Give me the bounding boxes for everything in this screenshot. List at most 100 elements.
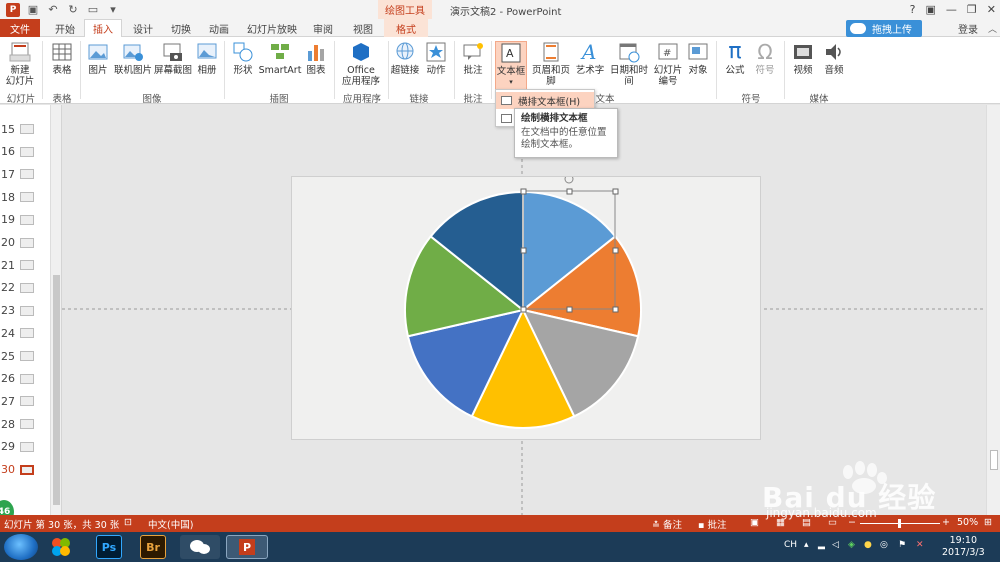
slide-thumbnail[interactable]: 22: [0, 278, 50, 298]
textbox-button[interactable]: A 文本框 ▾: [495, 41, 527, 92]
fit-slide-icon[interactable]: ⊞: [984, 517, 992, 528]
slide-thumbnail[interactable]: 15: [0, 119, 50, 139]
taskbar-app-photoshop[interactable]: Ps: [96, 535, 122, 559]
horizontal-textbox-menu-item[interactable]: 横排文本框(H): [496, 92, 594, 109]
slide-thumbnail[interactable]: 25: [0, 346, 50, 366]
taskbar-app-flower[interactable]: [44, 535, 78, 559]
volume-icon[interactable]: ◁: [832, 540, 839, 550]
slide-thumbnail[interactable]: 23: [0, 301, 50, 321]
tab-insert[interactable]: 插入: [84, 19, 122, 38]
current-slide[interactable]: [291, 174, 762, 441]
alert-icon[interactable]: ✕: [916, 540, 924, 550]
zoom-slider-handle[interactable]: [898, 519, 901, 528]
notes-button[interactable]: ≛ 备注: [652, 517, 682, 531]
object-button[interactable]: 对象: [685, 41, 711, 76]
slide-thumbnail[interactable]: 29: [0, 437, 50, 457]
collapse-ribbon-icon[interactable]: ︿: [988, 22, 997, 35]
resize-handle[interactable]: [612, 247, 619, 254]
slide-thumbnail[interactable]: 24: [0, 323, 50, 343]
slide-thumbnail[interactable]: 20: [0, 233, 50, 253]
new-slide-button[interactable]: 新建 幻灯片: [4, 41, 36, 87]
restore-icon[interactable]: ❐: [967, 3, 977, 16]
resize-handle[interactable]: [566, 188, 573, 195]
symbol-button[interactable]: Ω 符号: [752, 41, 778, 76]
customize-qat-icon[interactable]: ▾: [106, 3, 120, 17]
wordart-button[interactable]: A 艺术字: [575, 40, 605, 76]
table-button[interactable]: 表格: [48, 41, 76, 76]
comment-button[interactable]: 批注: [460, 41, 486, 76]
login-link[interactable]: 登录: [958, 21, 978, 36]
smartart-button[interactable]: SmartArt: [259, 41, 301, 76]
hyperlink-button[interactable]: 超链接: [390, 41, 420, 76]
taskbar-app-powerpoint[interactable]: P: [226, 535, 268, 559]
slide-thumbnail[interactable]: 28: [0, 414, 50, 434]
shapes-button[interactable]: 形状: [228, 41, 258, 76]
tab-animations[interactable]: 动画: [202, 19, 236, 37]
screenshot-button[interactable]: 屏幕截图: [154, 41, 192, 76]
taskbar-app-bridge[interactable]: Br: [140, 535, 166, 559]
pie-chart[interactable]: [292, 174, 762, 441]
canvas-scrollbar-thumb[interactable]: [990, 450, 998, 470]
slide-thumbnail[interactable]: 18: [0, 187, 50, 207]
resize-handle[interactable]: [566, 306, 573, 313]
ribbon-display-options-icon[interactable]: ▣: [926, 3, 936, 16]
resize-handle[interactable]: [520, 306, 527, 313]
resize-handle[interactable]: [612, 188, 619, 195]
audio-button[interactable]: 音频: [820, 41, 848, 76]
tray-expand-icon[interactable]: ▴: [804, 540, 809, 550]
close-icon[interactable]: ✕: [987, 3, 996, 16]
slide-thumbnail[interactable]: 30: [0, 460, 50, 480]
header-footer-button[interactable]: 页眉和页脚: [529, 41, 573, 87]
comments-button[interactable]: ▪ 批注: [698, 517, 726, 531]
slides-scrollbar-thumb[interactable]: [53, 275, 60, 505]
tab-view[interactable]: 视图: [346, 19, 380, 37]
input-language[interactable]: CH: [784, 540, 797, 550]
tab-home[interactable]: 开始: [48, 19, 82, 37]
slide-thumbnail[interactable]: 16: [0, 142, 50, 162]
system-clock[interactable]: 19:10 2017/3/3: [942, 535, 985, 559]
tab-format[interactable]: 格式: [384, 19, 428, 37]
slide-thumbnail[interactable]: 17: [0, 164, 50, 184]
office-apps-button[interactable]: Office 应用程序: [338, 41, 384, 87]
tab-slideshow[interactable]: 幻灯片放映: [242, 19, 302, 37]
slide-thumbnail[interactable]: 27: [0, 391, 50, 411]
network-icon[interactable]: ▂: [818, 540, 825, 550]
start-from-beginning-icon[interactable]: ▭: [86, 3, 100, 17]
video-button[interactable]: 视频: [790, 41, 816, 76]
help-icon[interactable]: ?: [910, 3, 916, 16]
album-button[interactable]: 相册: [194, 41, 220, 76]
redo-icon[interactable]: ↻: [66, 3, 80, 17]
slides-scrollbar[interactable]: [50, 105, 61, 515]
language-status[interactable]: 中文(中国): [148, 517, 193, 531]
chart-button[interactable]: 图表: [302, 41, 330, 76]
tray-app-icon[interactable]: ●: [864, 540, 872, 550]
action-center-flag-icon[interactable]: ⚑: [898, 540, 906, 550]
tab-transitions[interactable]: 切换: [164, 19, 198, 37]
undo-icon[interactable]: ↶: [46, 3, 60, 17]
action-button[interactable]: 动作: [424, 41, 448, 76]
start-button[interactable]: [4, 534, 38, 560]
spellcheck-icon[interactable]: ⊡: [124, 517, 132, 528]
canvas-scrollbar[interactable]: [986, 105, 1000, 515]
resize-handle[interactable]: [612, 306, 619, 313]
resize-handle[interactable]: [520, 247, 527, 254]
datetime-button[interactable]: 日期和时间: [607, 41, 651, 87]
minimize-icon[interactable]: —: [946, 3, 957, 16]
rotate-handle-icon[interactable]: [564, 174, 574, 184]
slide-thumbnail[interactable]: 19: [0, 210, 50, 230]
online-picture-button[interactable]: 联机图片: [114, 41, 152, 76]
save-icon[interactable]: ▣: [26, 3, 40, 17]
tray-wechat-icon[interactable]: ◎: [880, 540, 888, 550]
tab-file[interactable]: 文件: [0, 19, 40, 37]
equation-button[interactable]: π 公式: [722, 41, 748, 77]
picture-button[interactable]: 图片: [84, 41, 112, 76]
security-shield-icon[interactable]: ◈: [848, 540, 855, 550]
tab-design[interactable]: 设计: [126, 19, 160, 37]
slide-thumbnail[interactable]: 26: [0, 369, 50, 389]
slide-thumbnail[interactable]: 21: [0, 255, 50, 275]
resize-handle[interactable]: [520, 188, 527, 195]
slide-number-button[interactable]: # 幻灯片 编号: [653, 41, 683, 87]
taskbar-app-wechat[interactable]: [180, 535, 220, 559]
tab-review[interactable]: 审阅: [306, 19, 340, 37]
upload-button[interactable]: 拖拽上传: [846, 20, 922, 37]
